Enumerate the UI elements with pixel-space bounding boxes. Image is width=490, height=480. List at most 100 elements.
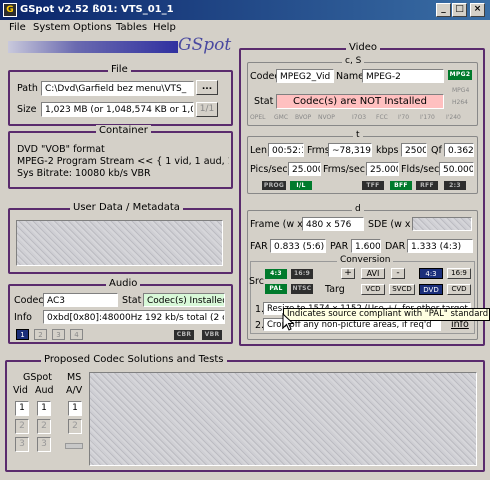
size-label: Size — [17, 104, 37, 115]
aud-solution-2[interactable]: 2 — [37, 419, 51, 434]
container-group: Container DVD "VOB" format MPEG-2 Progra… — [8, 125, 233, 189]
targ-169-button[interactable]: 16:9 — [447, 268, 471, 279]
src-ntsc-indicator[interactable]: NTSC — [291, 284, 313, 294]
i7o3-tag: I7O3 — [352, 114, 367, 121]
qf-field[interactable]: 0.362 — [444, 143, 474, 157]
pics-sec-label: Pics/sec — [250, 164, 288, 175]
audio-stream-4[interactable]: 4 — [70, 329, 83, 340]
cbr-indicator: CBR — [174, 330, 194, 340]
video-group: Video c, S Codec MPEG2_Vid Name MPEG-2 M… — [239, 42, 485, 346]
opel-tag: OPEL — [250, 114, 266, 121]
browse-button[interactable]: ... — [196, 80, 218, 95]
ms-label: MS — [67, 372, 82, 383]
menu-tables[interactable]: Tables — [116, 22, 147, 33]
targ-plus-button[interactable]: + — [341, 268, 355, 279]
bvop-tag: BVOP — [295, 114, 312, 121]
targ-svcd-button[interactable]: SVCD — [389, 284, 415, 295]
userdata-group-title: User Data / Metadata — [70, 202, 183, 213]
src-ratio-43[interactable]: 4:3 — [265, 269, 287, 279]
av-label: A/V — [66, 385, 83, 396]
audio-codec-field[interactable]: AC3 — [43, 293, 118, 307]
video-stat-field[interactable]: Codec(s) are NOT Installed — [276, 94, 444, 109]
frame-label: Frame (w x — [250, 219, 303, 230]
frame-size-field[interactable]: 480 x 576 — [302, 217, 364, 231]
audio-info-field[interactable]: 0xbd[0x80]:48000Hz 192 kb/s total (2 chn… — [43, 310, 225, 324]
menu-options[interactable]: Options — [73, 22, 112, 33]
vbr-indicator: VBR — [202, 330, 222, 340]
targ-avi-button[interactable]: AVI — [361, 268, 385, 279]
vid-solution-3[interactable]: 3 — [15, 437, 29, 452]
size-field[interactable]: 1,023 MB (or 1,048,574 KB or 1,0 — [41, 102, 194, 117]
av-solution-2[interactable]: 2 — [68, 419, 82, 434]
container-line-1: DVD "VOB" format — [17, 144, 105, 155]
path-field[interactable]: C:\Dvd\Garfield bez menu\VTS_ — [41, 81, 194, 96]
vid-solution-2[interactable]: 2 — [15, 419, 29, 434]
targ-vcd-button[interactable]: VCD — [361, 284, 385, 295]
fcc-tag: FCC — [376, 114, 388, 121]
userdata-group: User Data / Metadata — [8, 202, 233, 274]
qf-label: Qf — [431, 145, 442, 156]
vid-solution-1[interactable]: 1 — [15, 401, 29, 416]
aud-solution-1[interactable]: 1 — [37, 401, 51, 416]
kbps-label: kbps — [376, 145, 399, 156]
dar-field[interactable]: 1.333 (4:3) — [407, 239, 473, 253]
menu-system[interactable]: System — [33, 22, 70, 33]
mpg2-indicator: MPG2 — [448, 70, 472, 80]
len-label: Len — [250, 145, 267, 156]
aud-solution-3[interactable]: 3 — [37, 437, 51, 452]
file-group: File Path C:\Dvd\Garfield bez menu\VTS_ … — [8, 64, 233, 126]
sde-label: SDE (w x — [368, 219, 411, 230]
src-ratio-169[interactable]: 16:9 — [291, 269, 313, 279]
frms-field[interactable]: ~78,319 — [328, 143, 372, 157]
aud-label: Aud — [35, 385, 54, 396]
frms-sec-field[interactable]: 25.000 — [366, 162, 399, 176]
video-codec-field[interactable]: MPEG2_Vid — [276, 69, 334, 83]
av-solution-1[interactable]: 1 — [68, 401, 82, 416]
pulldown-indicator: 2:3 — [444, 181, 466, 190]
video-name-label: Name — [336, 71, 365, 82]
userdata-area[interactable] — [16, 220, 223, 266]
frms-sec-label: Frms/sec — [323, 164, 365, 175]
video-name-field[interactable]: MPEG-2 — [362, 69, 444, 83]
len-field[interactable]: 00:52:1 — [268, 143, 304, 157]
targ-dvd-button[interactable]: DVD — [419, 284, 443, 295]
audio-stat-label: Stat — [122, 295, 142, 306]
src-pal-indicator[interactable]: PAL — [265, 284, 287, 294]
targ-cvd-button[interactable]: CVD — [447, 284, 471, 295]
pics-sec-field[interactable]: 25.000 — [288, 162, 321, 176]
flds-sec-field[interactable]: 50.000 — [439, 162, 474, 176]
app-icon[interactable]: G — [3, 3, 17, 17]
t-label: t — [353, 130, 363, 140]
interlaced-indicator: I/L — [290, 181, 312, 190]
close-button[interactable]: × — [470, 3, 485, 17]
prog-indicator: PROG — [262, 181, 286, 190]
title-bar[interactable]: G GSpot v2.52 ß01: VTS_01_1 _ □ × — [0, 0, 490, 20]
audio-stream-3[interactable]: 3 — [52, 329, 65, 340]
targ-43-button[interactable]: 4:3 — [419, 268, 443, 279]
par-label: PAR — [330, 241, 349, 252]
path-label: Path — [17, 83, 38, 94]
audio-codec-label: Codec — [14, 295, 44, 306]
audio-info-label: Info — [14, 312, 32, 323]
container-group-title: Container — [96, 125, 151, 136]
menu-help[interactable]: Help — [153, 22, 176, 33]
logo-text: GSpot — [178, 35, 232, 55]
audio-stat-field[interactable]: Codec(s) Installed — [143, 293, 225, 307]
maximize-button[interactable]: □ — [452, 3, 467, 17]
video-group-title: Video — [346, 42, 381, 53]
gspot-logo: GSpot — [8, 35, 238, 59]
part-button[interactable]: 1/1 — [196, 102, 218, 117]
minimize-button[interactable]: _ — [436, 3, 451, 17]
av-scroll-indicator[interactable] — [65, 443, 83, 449]
audio-stream-2[interactable]: 2 — [34, 329, 47, 340]
par-field[interactable]: 1.600 — [351, 239, 381, 253]
bff-indicator: BFF — [390, 181, 412, 190]
gmc-tag: GMC — [274, 114, 289, 121]
targ-minus-button[interactable]: - — [391, 268, 405, 279]
menu-file[interactable]: File — [9, 22, 26, 33]
kbps-field[interactable]: 2500 — [401, 143, 427, 157]
sde-field[interactable] — [412, 217, 472, 231]
audio-stream-1[interactable]: 1 — [16, 329, 29, 340]
proposed-results-area[interactable] — [89, 372, 477, 466]
far-field[interactable]: 0.833 (5:6) — [270, 239, 326, 253]
